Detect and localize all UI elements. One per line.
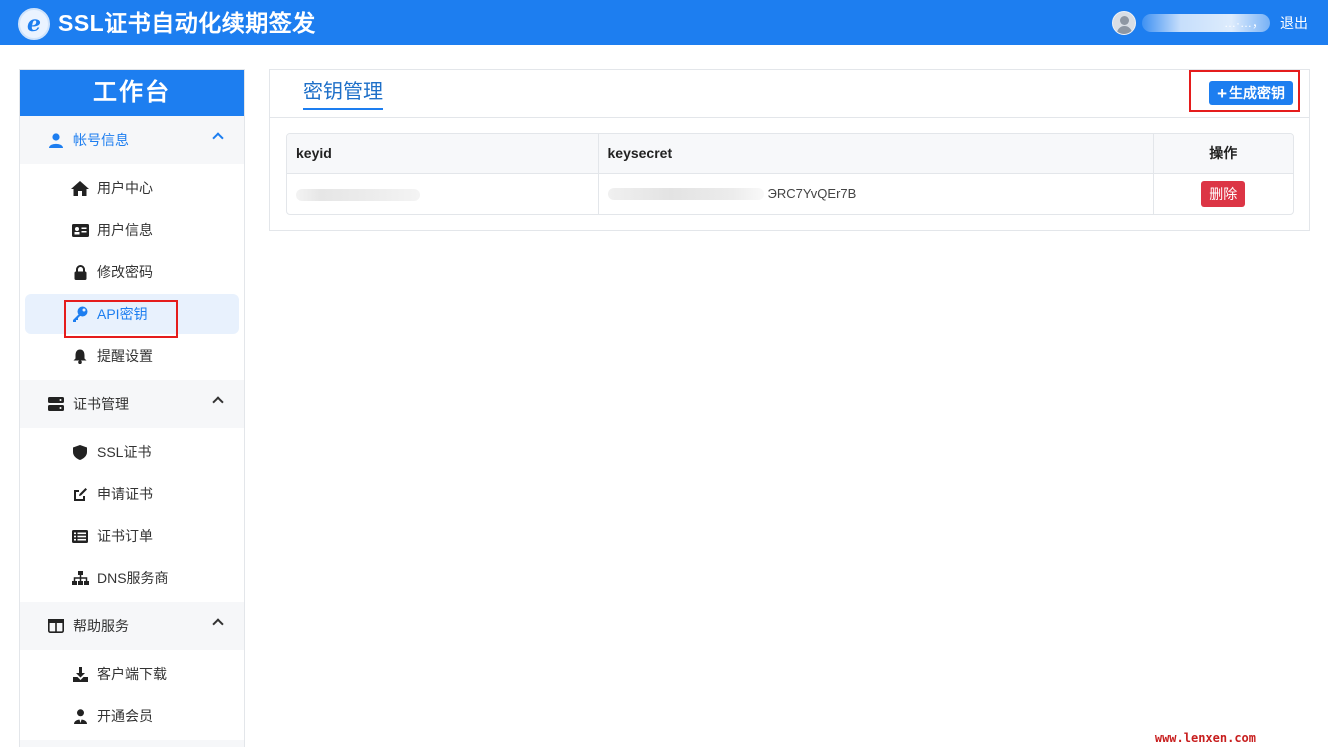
keys-table: keyid keysecret 操作 ЭRC7YvQEr7B 删除 [286,133,1294,215]
delete-button[interactable]: 删除 [1201,180,1246,207]
id-card-icon [71,222,89,238]
avatar-icon[interactable] [1112,11,1136,35]
sidebar-item-client-download[interactable]: 客户端下载 [25,654,239,694]
sidebar-header: 工作台 [20,70,244,116]
sidebar-item-ssl-certificate[interactable]: SSL证书 [25,432,239,472]
table-header-row: keyid keysecret 操作 [287,134,1293,174]
app-logo[interactable]: e [18,8,50,40]
watermark: www.lenxen.com [1154,731,1256,745]
sidebar-item-label: 证书订单 [97,528,153,544]
keysecret-cell: ЭRC7YvQEr7B [598,173,1154,214]
redacted-keysecret [607,187,764,200]
group-help-service[interactable]: 帮助服务 [20,602,244,650]
columns-icon [48,618,64,634]
username: …·…， [1142,14,1270,32]
group-label: 帮助服务 [73,618,129,634]
sidebar-item-label: 开通会员 [97,708,153,724]
tab-key-management[interactable]: 密钥管理 [303,80,383,110]
user-tie-icon [71,708,89,724]
keyid-cell [287,173,599,214]
sidebar-item-label: API密钥 [97,306,148,322]
group-items-certificates: SSL证书 申请证书 证书订单 DNS服务商 [20,428,244,602]
sidebar-item-certificate-orders[interactable]: 证书订单 [25,516,239,556]
sidebar-item-reminder-settings[interactable]: 提醒设置 [25,336,239,376]
user-area: …·…， 退出 [1112,10,1308,36]
top-bar: e SSL证书自动化续期签发 …·…， 退出 [0,0,1328,45]
redacted-keyid [296,189,420,202]
logo-letter: e [27,11,41,37]
sitemap-icon [71,570,89,586]
download-icon [71,666,89,682]
sidebar-item-change-password[interactable]: 修改密码 [25,252,239,292]
sidebar-item-label: 用户信息 [97,222,153,238]
sidebar-item-label: 申请证书 [97,486,153,502]
group-items-help: 客户端下载 开通会员 [20,650,244,740]
actions-cell: 删除 [1153,173,1293,214]
sidebar-item-membership[interactable]: 开通会员 [25,696,239,736]
sidebar-item-apply-certificate[interactable]: 申请证书 [25,474,239,514]
sidebar-item-api-key[interactable]: API密钥 [25,294,239,334]
list-icon [71,528,89,544]
sidebar-item-user-info[interactable]: 用户信息 [25,210,239,250]
shield-icon [71,444,89,460]
plus-icon: + [1217,83,1227,103]
card-header: 密钥管理 + 生成密钥 [270,70,1309,118]
home-icon [71,180,89,196]
chevron-up-icon [212,396,224,408]
table-row: ЭRC7YvQEr7B 删除 [287,173,1293,214]
app-title: SSL证书自动化续期签发 [58,10,316,36]
generate-key-label: 生成密钥 [1229,85,1285,101]
sidebar-item-label: SSL证书 [97,444,152,460]
sidebar: 工作台 帐号信息 用户中心 用户信息 修改密码 API密钥 提醒设置 证书管理 … [19,69,245,747]
edit-icon [71,486,89,502]
sidebar-item-label: 提醒设置 [97,348,153,364]
column-header-keyid: keyid [287,134,599,174]
group-label: 帐号信息 [73,132,129,148]
group-account-info[interactable]: 帐号信息 [20,116,244,164]
logout-link[interactable]: 退出 [1280,13,1308,33]
bell-icon [71,348,89,364]
key-management-card: 密钥管理 + 生成密钥 keyid keysecret 操作 ЭRC7YvQEr… [269,69,1310,231]
sidebar-item-user-center[interactable]: 用户中心 [25,168,239,208]
sidebar-item-label: 客户端下载 [97,666,167,682]
sidebar-item-label: 修改密码 [97,264,153,280]
group-items-account: 用户中心 用户信息 修改密码 API密钥 提醒设置 [20,164,244,380]
sidebar-item-label: DNS服务商 [97,570,169,586]
sidebar-item-dns-provider[interactable]: DNS服务商 [25,558,239,598]
key-icon [71,306,89,322]
chevron-up-icon [212,618,224,630]
group-label: 证书管理 [73,396,129,412]
user-icon [48,132,64,148]
server-icon [48,396,64,412]
sidebar-item-label: 用户中心 [97,180,153,196]
generate-key-button[interactable]: + 生成密钥 [1209,81,1293,105]
group-certificate-management[interactable]: 证书管理 [20,380,244,428]
keysecret-visible-tail: ЭRC7YvQEr7B [767,186,857,202]
lock-icon [71,264,89,280]
column-header-keysecret: keysecret [598,134,1154,174]
chevron-up-icon [212,132,224,144]
column-header-actions: 操作 [1153,134,1293,174]
